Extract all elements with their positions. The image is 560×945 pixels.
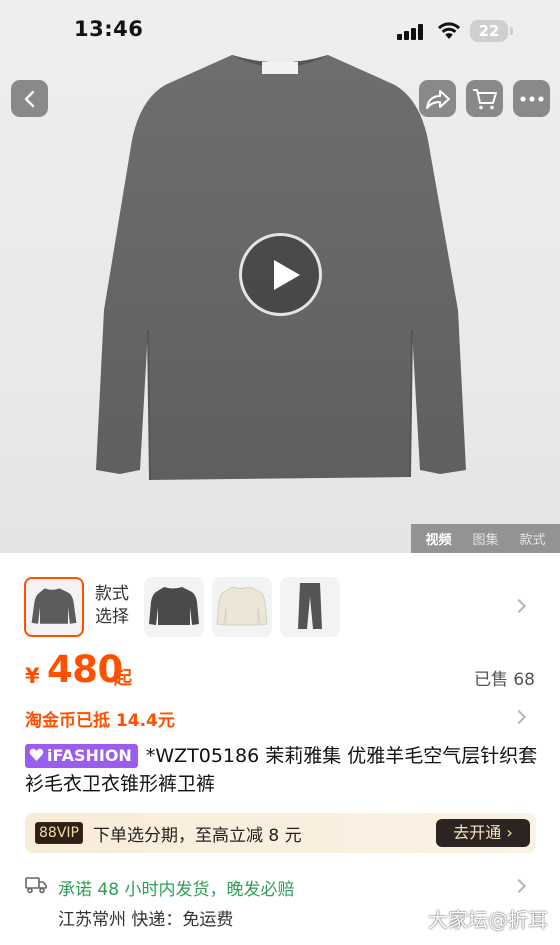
vip-banner[interactable]: 88VIP 下单选分期，至高立减 8 元 去开通 › (25, 813, 536, 853)
battery-cap (510, 27, 513, 35)
chevron-right-icon[interactable] (511, 878, 527, 894)
back-button[interactable] (11, 80, 48, 117)
truck-icon (25, 877, 47, 894)
price-value: 480 (47, 648, 123, 691)
chevron-right-icon[interactable] (511, 709, 527, 725)
sold-count: 已售 68 (473, 670, 535, 690)
watermark: 大家坛@折耳 (428, 908, 548, 932)
more-button[interactable] (513, 80, 550, 117)
product-title: iFASHION *WZT05186 茉莉雅集 优雅羊毛空气层针织套衫毛衣卫衣锥形… (25, 742, 540, 798)
share-button[interactable] (419, 80, 456, 117)
variant-thumb-2[interactable] (144, 577, 204, 637)
wifi-icon (438, 22, 460, 39)
tab-video[interactable]: 视频 (425, 529, 451, 548)
tab-styles[interactable]: 款式 (519, 529, 545, 548)
coin-discount[interactable]: 淘金币已抵 14.4元 (25, 706, 175, 731)
share-icon (425, 89, 450, 109)
variant-thumb-4[interactable] (280, 577, 340, 637)
status-time: 13:46 (74, 17, 144, 41)
media-tabs: 视频 图集 款式 (411, 524, 560, 553)
shipping-detail: 江苏常州 快递：免运费 (58, 910, 234, 930)
back-icon (24, 90, 34, 107)
status-bar: 13:46 22 (0, 0, 560, 64)
tab-gallery[interactable]: 图集 (472, 529, 498, 548)
more-icon (519, 95, 544, 102)
variant-thumb-3[interactable] (212, 577, 272, 637)
vip-promo-text: 下单选分期，至高立减 8 元 (93, 826, 302, 846)
cart-icon (472, 88, 497, 109)
heart-icon (29, 748, 44, 761)
vip-activate-button[interactable]: 去开通 › (436, 819, 530, 847)
chevron-right-icon[interactable] (511, 598, 527, 614)
vip-badge: 88VIP (35, 822, 83, 844)
variant-selector[interactable]: 款式 选择 (0, 567, 560, 647)
cart-button[interactable] (466, 80, 503, 117)
price-currency: ¥ (25, 664, 40, 688)
price-suffix: 起 (114, 668, 132, 689)
variant-label: 款式 选择 (95, 584, 129, 627)
shipping-promise[interactable]: 承诺 48 小时内发货，晚发必赔 (58, 875, 294, 900)
product-hero[interactable]: 13:46 22 视频 图集 款式 (0, 0, 560, 553)
battery-icon: 22 (470, 20, 508, 42)
variant-thumb-1[interactable] (24, 577, 84, 637)
brand-tag: iFASHION (25, 744, 138, 768)
play-video-button[interactable] (239, 233, 322, 316)
signal-icon (397, 24, 427, 40)
